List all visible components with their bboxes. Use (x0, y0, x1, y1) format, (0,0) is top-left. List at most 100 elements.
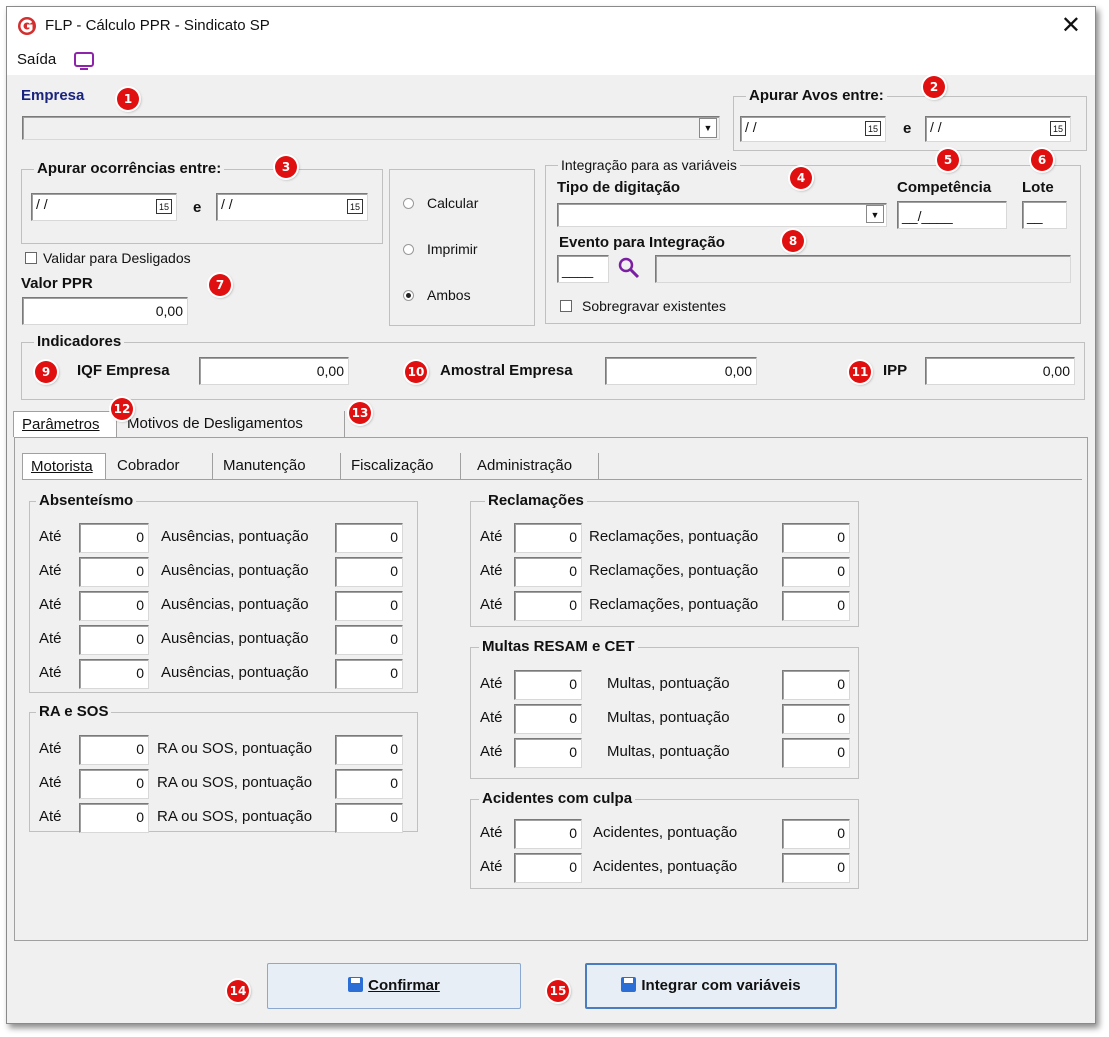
confirmar-button[interactable]: Confirmar (267, 963, 521, 1009)
radio-calcular[interactable] (403, 198, 414, 209)
tab-motivos[interactable]: Motivos de Desligamentos (119, 411, 345, 437)
absenteismo-score-field[interactable]: 0 (335, 591, 403, 621)
subtab-fiscalizacao[interactable]: Fiscalização (343, 453, 461, 479)
menu-saida[interactable]: Saída (17, 51, 56, 68)
acidentes-row-prefix: Até (480, 824, 503, 841)
sobregravar-checkbox[interactable] (560, 300, 572, 312)
tab-parametros[interactable]: Parâmetros (13, 411, 117, 437)
absenteismo-limit-field[interactable]: 0 (79, 659, 149, 689)
iqf-label: IQF Empresa (77, 362, 170, 379)
absenteismo-score-field[interactable]: 0 (335, 625, 403, 655)
reclamacoes-limit-field[interactable]: 0 (514, 523, 582, 553)
ra_sos-row-prefix: Até (39, 740, 62, 757)
acidentes-row-label: Acidentes, pontuação (593, 824, 738, 841)
calendar-icon[interactable]: 15 (347, 199, 363, 214)
badge-15: 15 (547, 980, 569, 1002)
validar-checkbox[interactable] (25, 252, 37, 264)
avos-sep: e (903, 120, 912, 137)
save-icon (348, 977, 364, 992)
avos-to-field[interactable]: / / 15 (925, 116, 1071, 142)
empresa-combo[interactable]: ▼ (22, 116, 720, 140)
subtab-divider (22, 479, 1082, 480)
absenteismo-limit-field[interactable]: 0 (79, 523, 149, 553)
amostral-field[interactable]: 0,00 (605, 357, 757, 385)
reclamacoes-row-prefix: Até (480, 596, 503, 613)
absenteismo-limit-field[interactable]: 0 (79, 625, 149, 655)
search-icon[interactable] (617, 256, 641, 280)
ra_sos-score-field[interactable]: 0 (335, 769, 403, 799)
acidentes-row-label: Acidentes, pontuação (593, 858, 738, 875)
ra_sos-limit-field[interactable]: 0 (79, 803, 149, 833)
ra_sos-score-field[interactable]: 0 (335, 735, 403, 765)
absenteismo-limit-field[interactable]: 0 (79, 557, 149, 587)
absenteismo-row-prefix: Até (39, 528, 62, 545)
absenteismo-score-field[interactable]: 0 (335, 557, 403, 587)
multas-row-label: Multas, pontuação (607, 709, 730, 726)
ra_sos-score-field[interactable]: 0 (335, 803, 403, 833)
absenteismo-score-field[interactable]: 0 (335, 659, 403, 689)
multas-score-field[interactable]: 0 (782, 704, 850, 734)
reclamacoes-limit-field[interactable]: 0 (514, 591, 582, 621)
acidentes-limit-field[interactable]: 0 (514, 819, 582, 849)
tipo-combo[interactable]: ▼ (557, 203, 887, 227)
calendar-icon[interactable]: 15 (1050, 121, 1066, 136)
subtab-manutencao[interactable]: Manutenção (215, 453, 341, 479)
multas-row-prefix: Até (480, 675, 503, 692)
avos-label: Apurar Avos entre: (746, 87, 887, 104)
evento-code-field[interactable]: ____ (557, 255, 609, 283)
chevron-down-icon[interactable]: ▼ (699, 118, 717, 138)
evento-desc-field (655, 255, 1071, 283)
radio-ambos-label: Ambos (427, 287, 471, 303)
multas-score-field[interactable]: 0 (782, 670, 850, 700)
absenteismo-limit-field[interactable]: 0 (79, 591, 149, 621)
absenteismo-score-field[interactable]: 0 (335, 523, 403, 553)
subtab-motorista[interactable]: Motorista (22, 453, 106, 479)
chevron-down-icon[interactable]: ▼ (866, 205, 884, 223)
ocorrencias-from-field[interactable]: / / 15 (31, 193, 177, 221)
subtab-cobrador[interactable]: Cobrador (109, 453, 213, 479)
badge-13: 13 (349, 402, 371, 424)
multas-limit-field[interactable]: 0 (514, 670, 582, 700)
badge-9: 9 (35, 361, 57, 383)
reclamacoes-score-field[interactable]: 0 (782, 591, 850, 621)
competencia-field[interactable]: __/____ (897, 201, 1007, 229)
badge-11: 11 (849, 361, 871, 383)
ra_sos-limit-field[interactable]: 0 (79, 735, 149, 765)
absenteismo-label: Absenteísmo (36, 492, 137, 509)
multas-limit-field[interactable]: 0 (514, 704, 582, 734)
radio-ambos[interactable] (403, 290, 414, 301)
calendar-icon[interactable]: 15 (156, 199, 172, 214)
radio-imprimir[interactable] (403, 244, 414, 255)
avos-from-field[interactable]: / / 15 (740, 116, 886, 142)
valor-ppr-field[interactable]: 0,00 (22, 297, 188, 325)
reclamacoes-limit-field[interactable]: 0 (514, 557, 582, 587)
badge-12: 12 (111, 398, 133, 420)
lote-field[interactable]: __ (1022, 201, 1067, 229)
iqf-field[interactable]: 0,00 (199, 357, 349, 385)
badge-8: 8 (782, 230, 804, 252)
badge-10: 10 (405, 361, 427, 383)
acidentes-row-prefix: Até (480, 858, 503, 875)
acidentes-score-field[interactable]: 0 (782, 853, 850, 883)
multas-score-field[interactable]: 0 (782, 738, 850, 768)
absenteismo-row-prefix: Até (39, 630, 62, 647)
acidentes-score-field[interactable]: 0 (782, 819, 850, 849)
absenteismo-row-prefix: Até (39, 562, 62, 579)
ra_sos-row-label: RA ou SOS, pontuação (157, 774, 313, 791)
ipp-field[interactable]: 0,00 (925, 357, 1075, 385)
reclamacoes-score-field[interactable]: 0 (782, 557, 850, 587)
close-button[interactable]: ✕ (1061, 11, 1081, 40)
monitor-icon[interactable] (73, 51, 95, 71)
multas-limit-field[interactable]: 0 (514, 738, 582, 768)
integrar-button[interactable]: Integrar com variáveis (585, 963, 837, 1009)
subtab-administracao[interactable]: Administração (469, 453, 599, 479)
badge-3: 3 (275, 156, 297, 178)
acidentes-limit-field[interactable]: 0 (514, 853, 582, 883)
ra_sos-row-label: RA ou SOS, pontuação (157, 740, 313, 757)
ocorrencias-to-field[interactable]: / / 15 (216, 193, 368, 221)
ra_sos-limit-field[interactable]: 0 (79, 769, 149, 799)
calendar-icon[interactable]: 15 (865, 121, 881, 136)
reclamacoes-score-field[interactable]: 0 (782, 523, 850, 553)
absenteismo-row-label: Ausências, pontuação (161, 528, 309, 545)
badge-6: 6 (1031, 149, 1053, 171)
